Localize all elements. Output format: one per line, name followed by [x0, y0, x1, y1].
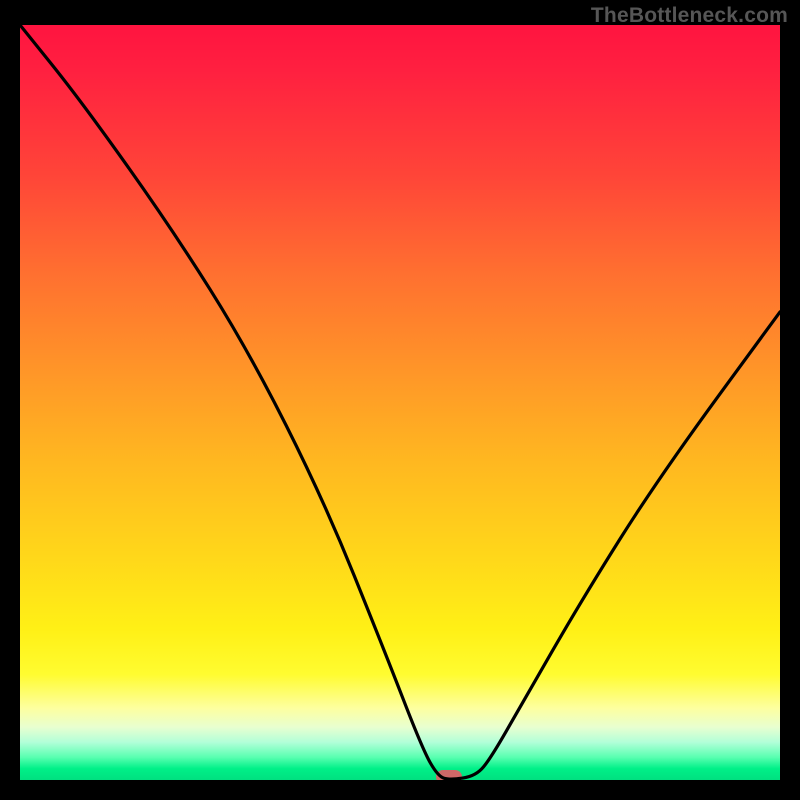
- plot-area: [20, 25, 780, 780]
- chart-stage: TheBottleneck.com: [0, 0, 800, 800]
- curve-path: [20, 25, 780, 779]
- watermark-text: TheBottleneck.com: [591, 4, 788, 28]
- bottleneck-curve: [20, 25, 780, 780]
